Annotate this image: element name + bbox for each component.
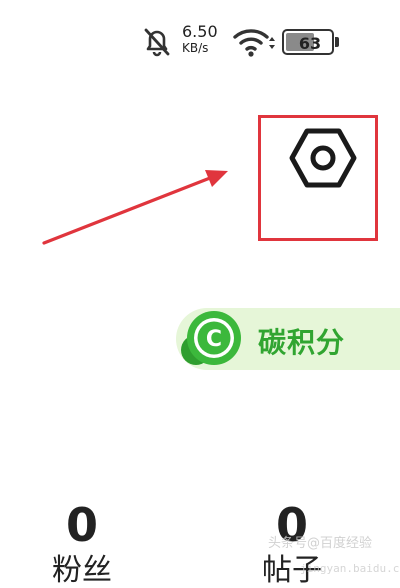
carbon-points-label: 碳积分 (258, 326, 346, 359)
status-bar: 6.50 KB/s 63 (0, 0, 400, 70)
network-speed-unit: KB/s (182, 41, 209, 55)
carbon-logo-icon: C (181, 311, 241, 365)
hex-nut-settings-icon[interactable] (289, 128, 357, 188)
carbon-points-banner[interactable]: C 碳积分 (176, 308, 400, 370)
battery-tip (335, 37, 339, 47)
watermark-url: jingyan.baidu.com (300, 562, 400, 575)
network-speed: 6.50 KB/s (182, 22, 222, 55)
carbon-logo-letter: C (206, 327, 222, 352)
fans-label: 粉丝 (52, 553, 112, 588)
watermark-text: 头条号@百度经验 (268, 536, 373, 551)
wifi-icon (233, 29, 275, 57)
network-speed-value: 6.50 (182, 22, 218, 41)
fans-count: 0 (65, 498, 98, 552)
battery-indicator: 63 (282, 29, 340, 57)
battery-icon: 63 (282, 29, 334, 55)
annotation-arrow (42, 170, 228, 245)
stat-fans[interactable]: 0 粉丝 (42, 502, 122, 586)
bell-off-icon (144, 28, 170, 57)
battery-level: 63 (298, 34, 322, 53)
